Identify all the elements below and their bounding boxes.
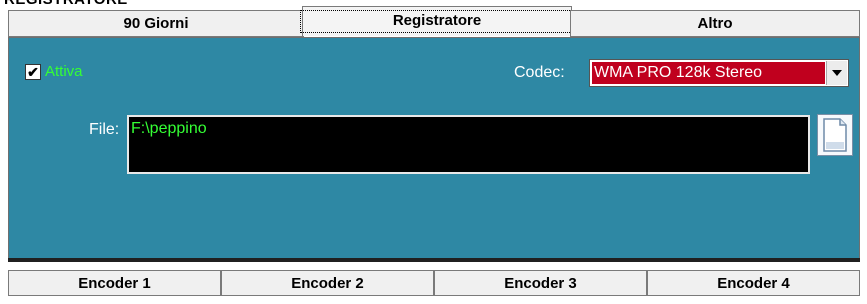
tab-registratore[interactable]: Registratore xyxy=(299,6,575,36)
codec-label: Codec: xyxy=(514,64,565,81)
top-tab-bar: 90 Giorni Registratore Altro xyxy=(8,6,860,37)
encoder-label: Encoder 1 xyxy=(78,274,151,292)
tab-encoder-4[interactable]: Encoder 4 xyxy=(647,270,860,296)
file-path-input[interactable]: F:\peppino xyxy=(127,115,810,174)
codec-dropdown-button[interactable] xyxy=(826,61,847,85)
checkmark-icon: ✔ xyxy=(27,63,39,80)
tab-label: Registratore xyxy=(299,10,575,33)
tab-altro[interactable]: Altro xyxy=(570,10,860,37)
document-icon xyxy=(823,118,847,152)
panel-bottom-edge xyxy=(8,258,860,262)
tab-label: Altro xyxy=(697,15,733,32)
codec-value: WMA PRO 128k Stereo xyxy=(592,62,825,84)
enable-label: Attiva xyxy=(45,63,83,80)
file-label: File: xyxy=(89,121,120,138)
codec-select[interactable]: WMA PRO 128k Stereo xyxy=(589,59,849,87)
chevron-down-icon xyxy=(832,70,842,76)
browse-file-button[interactable] xyxy=(817,114,853,156)
tab-90-giorni[interactable]: 90 Giorni xyxy=(8,10,304,37)
tab-encoder-3[interactable]: Encoder 3 xyxy=(434,270,647,296)
tab-label: 90 Giorni xyxy=(123,15,189,32)
enable-checkbox[interactable]: ✔ xyxy=(25,63,41,80)
encoder-tab-bar: Encoder 1 Encoder 2 Encoder 3 Encoder 4 xyxy=(8,270,860,296)
tab-encoder-1[interactable]: Encoder 1 xyxy=(8,270,221,296)
section-title: REGISTRATORE xyxy=(4,0,128,8)
recorder-panel: ✔ Attiva Codec: WMA PRO 128k Stereo File… xyxy=(8,37,860,261)
encoder-label: Encoder 3 xyxy=(504,274,577,292)
tab-encoder-2[interactable]: Encoder 2 xyxy=(221,270,434,296)
encoder-label: Encoder 2 xyxy=(291,274,364,292)
enable-checkbox-group[interactable]: ✔ Attiva xyxy=(25,63,83,80)
file-path-value: F:\peppino xyxy=(131,120,207,137)
encoder-label: Encoder 4 xyxy=(717,274,790,292)
